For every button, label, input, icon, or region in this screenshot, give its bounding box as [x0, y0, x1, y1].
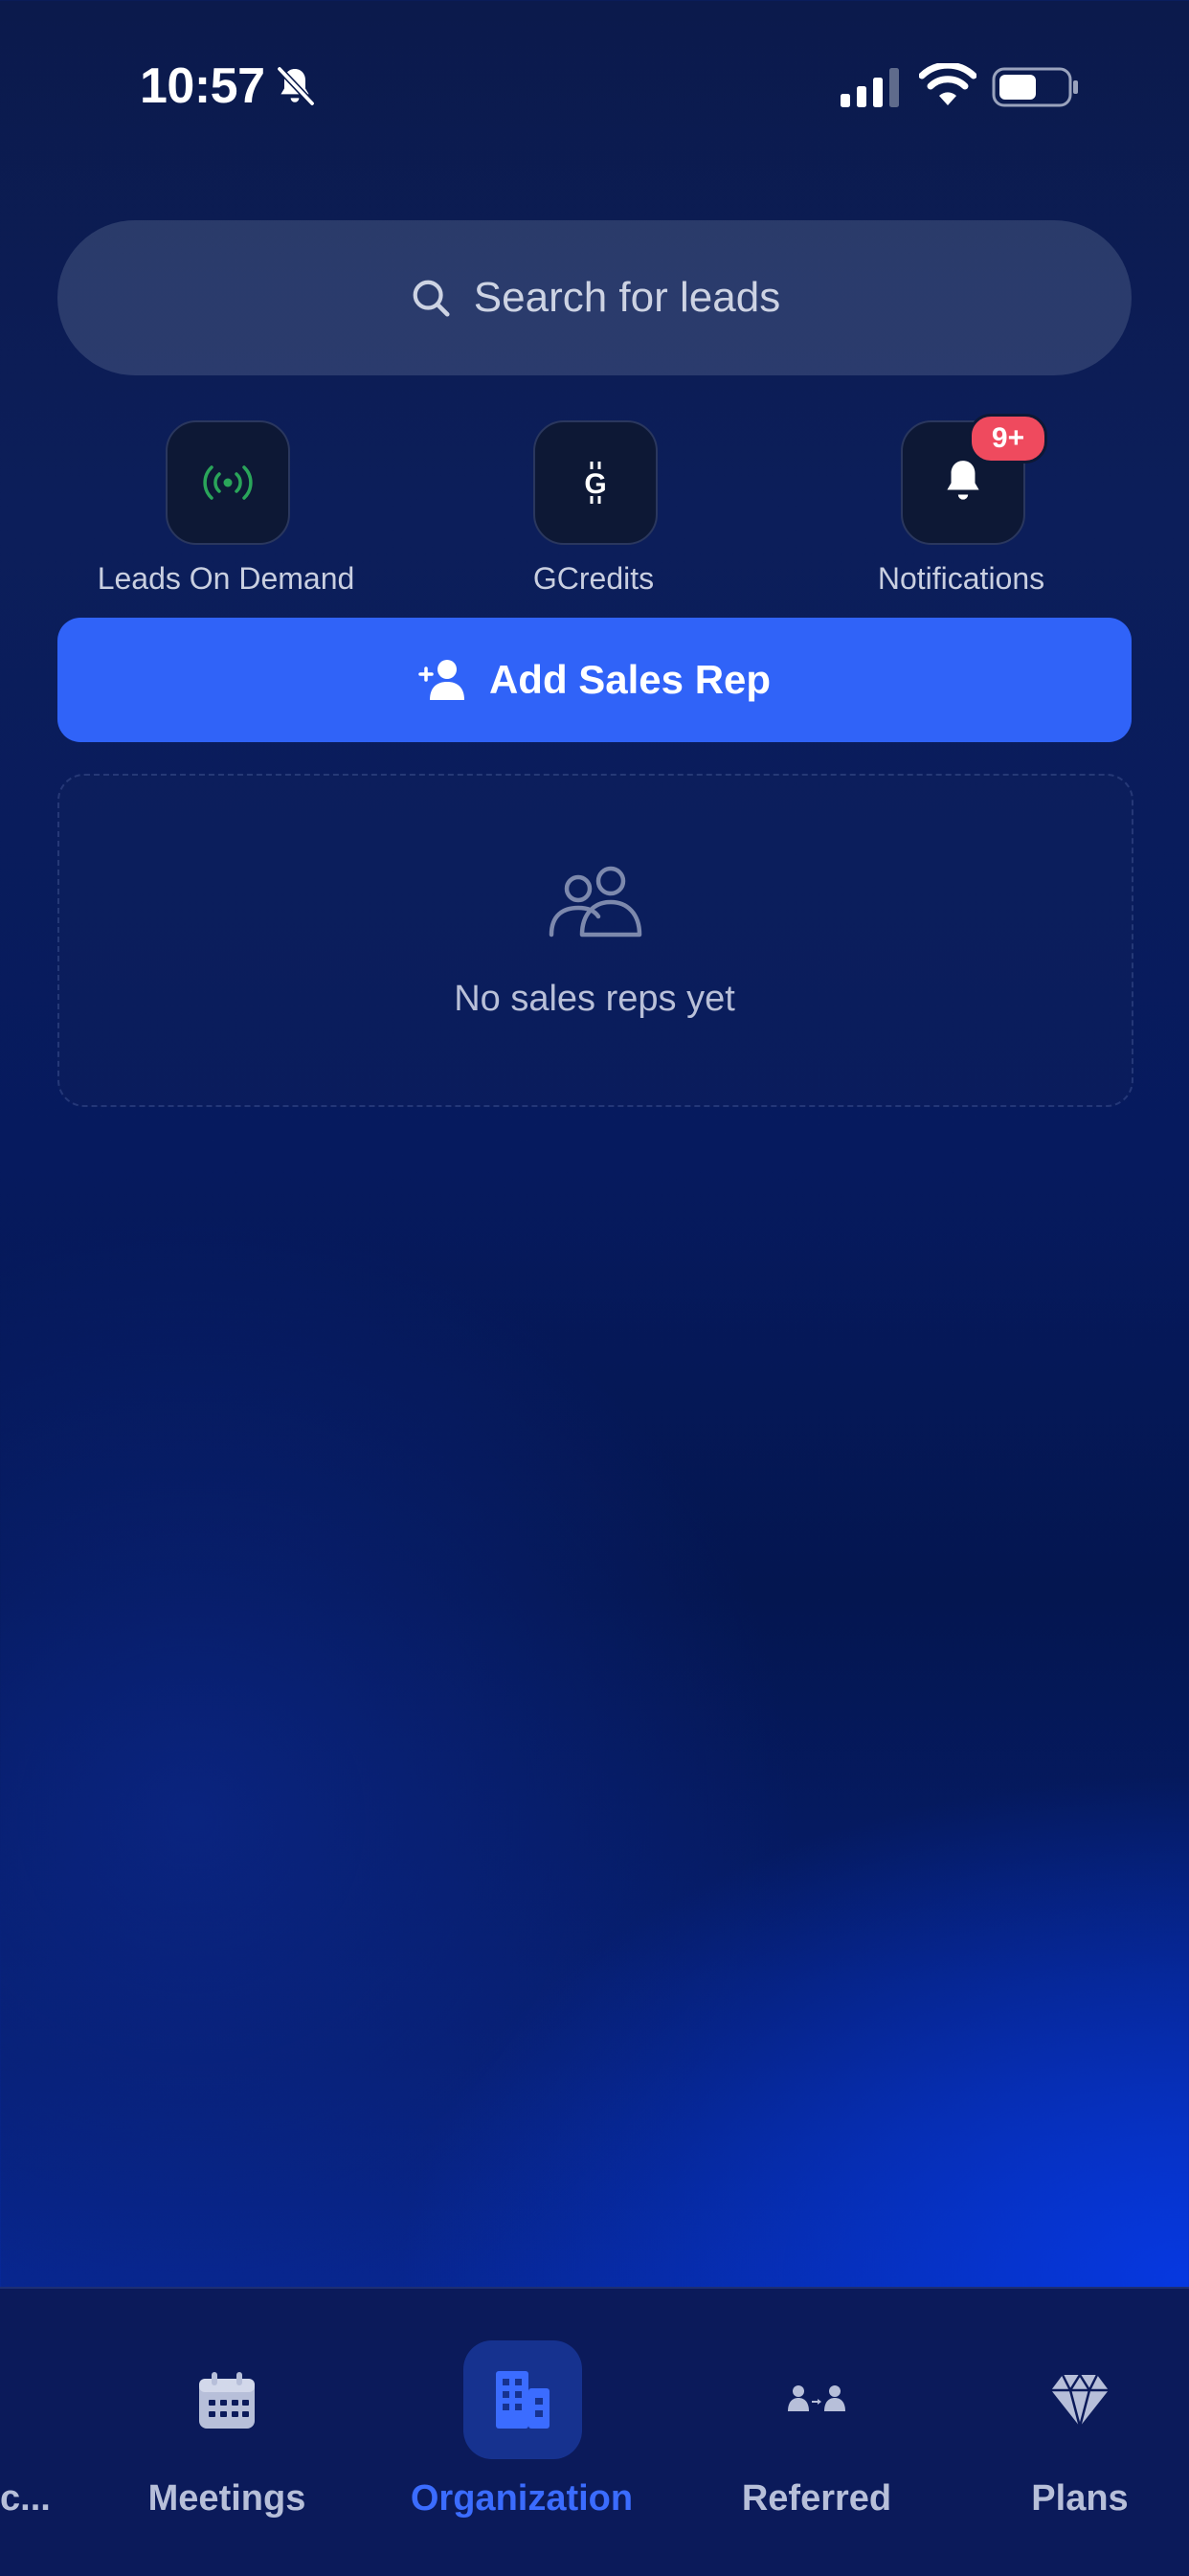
status-time: 10:57 [140, 58, 265, 114]
tab-referred[interactable]: Referred [702, 2478, 931, 2520]
users-icon [549, 866, 642, 938]
tab-meetings[interactable]: Meetings [112, 2478, 342, 2520]
cellular-signal-icon [841, 68, 899, 107]
wifi-icon [919, 63, 976, 105]
bell-icon [947, 461, 979, 500]
add-sales-rep-button[interactable]: Add Sales Rep [57, 618, 1132, 742]
building-icon [496, 2371, 550, 2429]
add-sales-rep-label: Add Sales Rep [488, 657, 772, 702]
notifications-label: Notifications [877, 561, 1045, 596]
leads-on-demand-button[interactable] [166, 420, 290, 545]
tab-bar [0, 2287, 1189, 2576]
add-user-icon [418, 660, 464, 700]
tab-plans[interactable]: Plans [965, 2478, 1189, 2520]
notification-badge: 9+ [969, 414, 1047, 463]
gcredits-icon: G [584, 462, 607, 504]
tab-organization[interactable]: Organization [378, 2478, 665, 2520]
referral-icon [788, 2385, 845, 2411]
svg-text:G: G [584, 468, 606, 500]
search-bar[interactable]: Search for leads [57, 220, 1132, 375]
empty-state-message: No sales reps yet [454, 979, 735, 1019]
gcredits-label: GCredits [532, 561, 655, 596]
tab-truncated[interactable]: c... [0, 2478, 57, 2520]
gcredits-button[interactable]: G [533, 420, 658, 545]
leads-on-demand-label: Leads On Demand [97, 561, 355, 596]
broadcast-icon [203, 465, 253, 500]
bell-off-icon [277, 66, 315, 106]
battery-icon [992, 67, 1078, 107]
diamond-icon [1051, 2373, 1109, 2429]
calendar-icon [199, 2372, 255, 2429]
search-icon [413, 280, 450, 317]
search-placeholder: Search for leads [473, 274, 781, 321]
